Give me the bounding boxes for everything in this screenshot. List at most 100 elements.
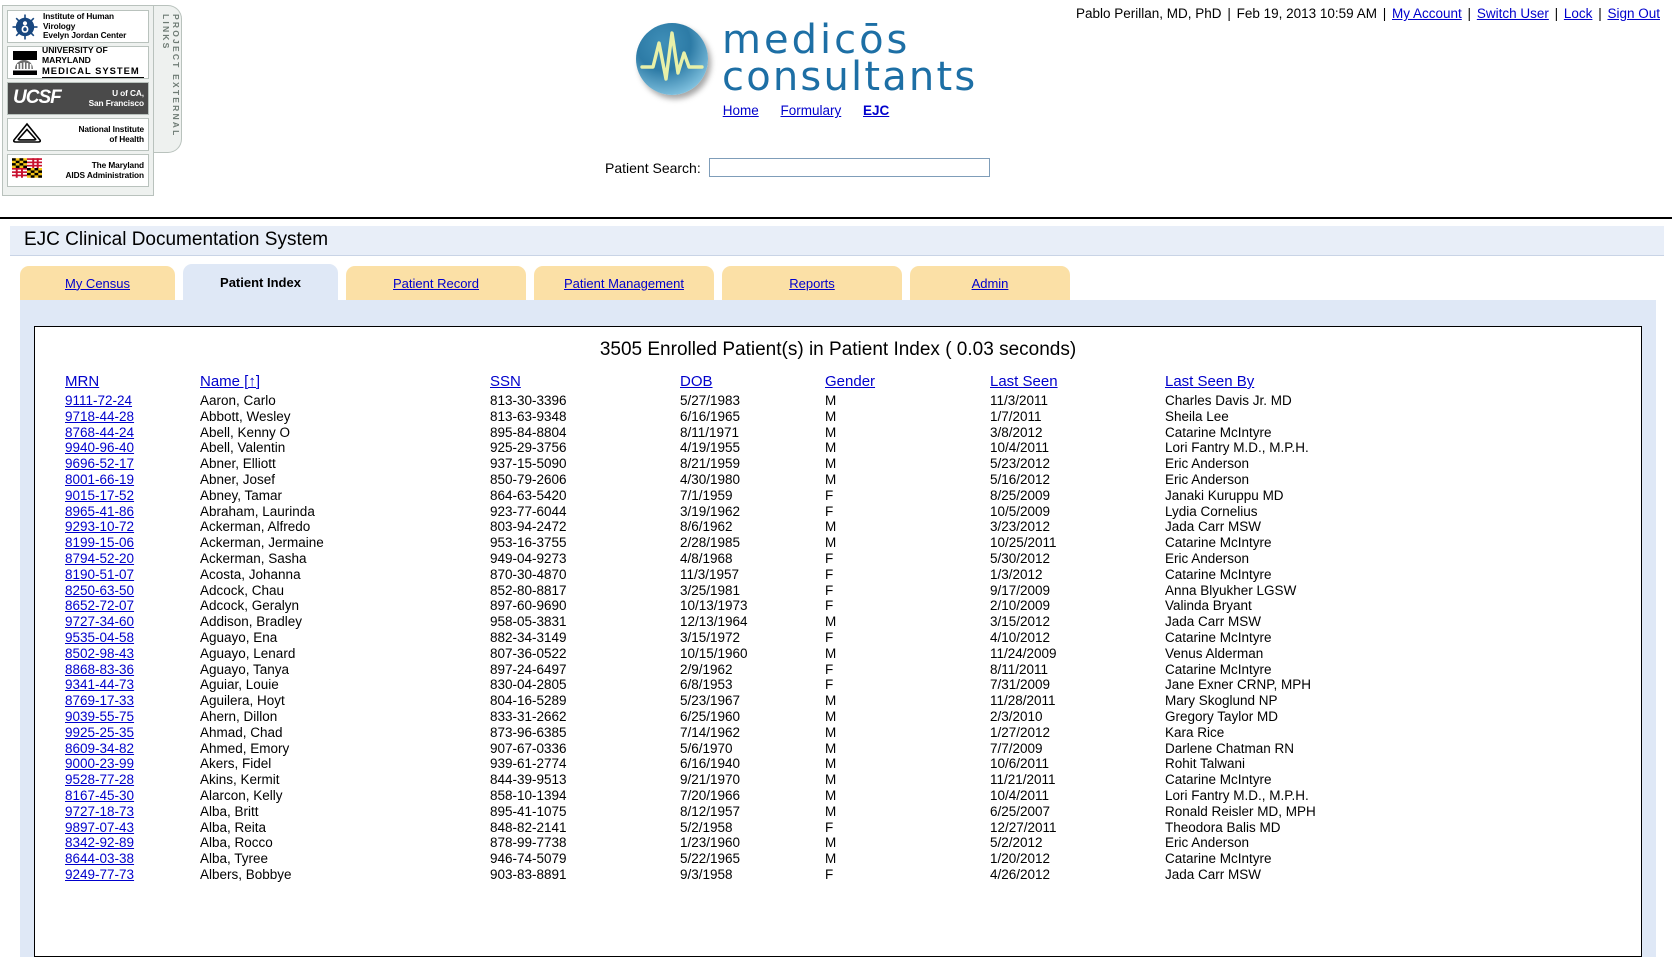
table-row: 9925-25-35 Ahmad, Chad 873-96-6385 7/14/196… [35, 725, 1641, 741]
table-row: 9015-17-52 Abney, Tamar 864-63-5420 7/1/195… [35, 488, 1641, 504]
lock-link[interactable]: Lock [1564, 6, 1593, 21]
external-link-national-institute-of-health[interactable]: National Institute of Health [7, 118, 149, 151]
external-link-institute-of-human-virology[interactable]: Institute of Human Virology Evelyn Jorda… [7, 10, 149, 43]
patient-mrn-link[interactable]: 8250-63-50 [65, 583, 134, 598]
patient-mrn-link[interactable]: 9897-07-43 [65, 820, 134, 835]
cell-ssn: 949-04-9273 [490, 550, 567, 566]
patient-mrn-link[interactable]: 9111-72-24 [65, 393, 132, 408]
patient-mrn-link[interactable]: 9940-96-40 [65, 440, 134, 455]
cell-last-seen-by: Jane Exner CRNP, MPH [1165, 677, 1312, 693]
nav-link-home[interactable]: Home [723, 103, 759, 118]
tab-patient-index[interactable]: Patient Index [183, 264, 338, 300]
cell-ssn: 833-31-2662 [490, 708, 567, 724]
cell-last-seen: 9/17/2009 [990, 582, 1051, 598]
cell-last-seen: 4/26/2012 [990, 866, 1051, 882]
cell-dob: 5/22/1965 [680, 851, 741, 867]
patient-search-row: Patient Search: [605, 158, 990, 177]
patient-mrn-link[interactable]: 9341-44-73 [65, 677, 134, 692]
tab-patient-record-label[interactable]: Patient Record [393, 276, 479, 291]
patient-mrn-link[interactable]: 8768-44-24 [65, 425, 134, 440]
patient-mrn-link[interactable]: 8342-92-89 [65, 835, 134, 850]
cell-dob: 6/8/1953 [680, 677, 733, 693]
patient-mrn-link[interactable]: 8965-41-86 [65, 504, 134, 519]
patient-mrn-link[interactable]: 8190-51-07 [65, 567, 134, 582]
cell-ssn: 923-77-6044 [490, 503, 567, 519]
tab-patient-management-label[interactable]: Patient Management [564, 276, 684, 291]
column-header-gender[interactable]: Gender [825, 373, 990, 393]
sign-out-link[interactable]: Sign Out [1607, 6, 1660, 21]
patient-mrn-link[interactable]: 9925-25-35 [65, 725, 134, 740]
column-header-name[interactable]: Name [↑] [200, 373, 490, 393]
patient-mrn-link[interactable]: 8167-45-30 [65, 788, 134, 803]
cell-dob: 6/25/1960 [680, 708, 741, 724]
tab-patient-record[interactable]: Patient Record [346, 266, 526, 300]
column-header-mrn[interactable]: MRN [35, 373, 200, 393]
cell-name: Abner, Josef [200, 471, 276, 487]
table-row: 9718-44-28 Abbott, Wesley 813-63-9348 6/16/… [35, 409, 1641, 425]
patient-mrn-link[interactable]: 8609-34-82 [65, 741, 134, 756]
cell-last-seen-by: Theodora Balis MD [1165, 819, 1281, 835]
patient-mrn-link[interactable]: 8652-72-07 [65, 598, 134, 613]
external-link-ucsf[interactable]: UCSF U of CA, San Francisco [7, 82, 149, 115]
table-row: 9528-77-28 Akins, Kermit 844-39-9513 9/21/1… [35, 772, 1641, 788]
cell-ssn: 850-79-2606 [490, 471, 567, 487]
external-link-university-of-maryland-medical-system[interactable]: UNIVERSITY OF MARYLAND MEDICAL SYSTEM [7, 46, 149, 79]
cell-name: Aguayo, Ena [200, 629, 278, 645]
patient-mrn-link[interactable]: 8769-17-33 [65, 693, 134, 708]
patient-mrn-link[interactable]: 9718-44-28 [65, 409, 134, 424]
patient-mrn-link[interactable]: 9696-52-17 [65, 456, 134, 471]
results-summary: 3505 Enrolled Patient(s) in Patient Inde… [599, 339, 1077, 360]
patient-mrn-link[interactable]: 8001-66-19 [65, 472, 134, 487]
tab-reports-label[interactable]: Reports [789, 276, 835, 291]
nav-link-ejc[interactable]: EJC [863, 103, 889, 118]
medicos-consultants-logo[interactable]: medicōs consultants [636, 20, 977, 97]
table-row: 9111-72-24 Aaron, Carlo 813-30-3396 5/27/19… [35, 393, 1641, 409]
cell-gender: M [825, 456, 837, 472]
cell-last-seen-by: Eric Anderson [1165, 471, 1250, 487]
patient-mrn-link[interactable]: 9535-04-58 [65, 630, 134, 645]
column-header-dob[interactable]: DOB [680, 373, 825, 393]
ucsf-wordmark: UCSF [13, 87, 62, 109]
column-header-last-seen[interactable]: Last Seen [990, 373, 1165, 393]
patient-mrn-link[interactable]: 9727-34-60 [65, 614, 134, 629]
patient-mrn-link[interactable]: 9000-23-99 [65, 756, 134, 771]
tab-admin-label[interactable]: Admin [972, 276, 1009, 291]
patient-mrn-link[interactable]: 8644-03-38 [65, 851, 134, 866]
cell-mrn: 9293-10-72 [35, 519, 200, 535]
external-link-maryland-aids-administration[interactable]: The Maryland AIDS Administration [7, 154, 149, 187]
patient-mrn-link[interactable]: 9727-18-73 [65, 804, 134, 819]
patient-mrn-link[interactable]: 8199-15-06 [65, 535, 134, 550]
cell-gender: F [825, 566, 834, 582]
tab-patient-management[interactable]: Patient Management [534, 266, 714, 300]
cell-last-seen: 12/27/2011 [990, 819, 1057, 835]
cell-mrn: 8342-92-89 [35, 835, 200, 851]
patient-search-input[interactable] [708, 158, 990, 177]
column-header-last-seen-by[interactable]: Last Seen By [1165, 373, 1641, 393]
tab-reports[interactable]: Reports [722, 266, 902, 300]
switch-user-link[interactable]: Switch User [1477, 6, 1549, 21]
tab-my-census[interactable]: My Census [20, 266, 175, 300]
tab-admin[interactable]: Admin [910, 266, 1070, 300]
patient-mrn-link[interactable]: 8502-98-43 [65, 646, 134, 661]
cell-last-seen-by: Gregory Taylor MD [1165, 708, 1279, 724]
medicos-circle-icon [636, 22, 708, 95]
cell-ssn: 939-61-2774 [490, 756, 567, 772]
column-header-ssn[interactable]: SSN [490, 373, 680, 393]
cell-last-seen: 10/4/2011 [990, 787, 1050, 803]
cell-dob: 5/23/1967 [680, 693, 741, 709]
cell-ssn: 870-30-4870 [490, 566, 567, 582]
my-account-link[interactable]: My Account [1392, 6, 1462, 21]
patient-mrn-link[interactable]: 9528-77-28 [65, 772, 134, 787]
patient-mrn-link[interactable]: 9015-17-52 [65, 488, 134, 503]
patient-mrn-link[interactable]: 9039-55-75 [65, 709, 134, 724]
tab-my-census-label[interactable]: My Census [65, 276, 130, 291]
cell-gender: M [825, 835, 837, 851]
nav-link-formulary[interactable]: Formulary [780, 103, 841, 118]
cell-dob: 6/16/1965 [680, 408, 741, 424]
patient-mrn-link[interactable]: 9249-77-73 [65, 867, 134, 882]
patient-mrn-link[interactable]: 8794-52-20 [65, 551, 134, 566]
patient-mrn-link[interactable]: 8868-83-36 [65, 662, 134, 677]
cell-mrn: 8768-44-24 [35, 425, 200, 441]
patient-mrn-link[interactable]: 9293-10-72 [65, 519, 134, 534]
cell-mrn: 9940-96-40 [35, 440, 200, 456]
